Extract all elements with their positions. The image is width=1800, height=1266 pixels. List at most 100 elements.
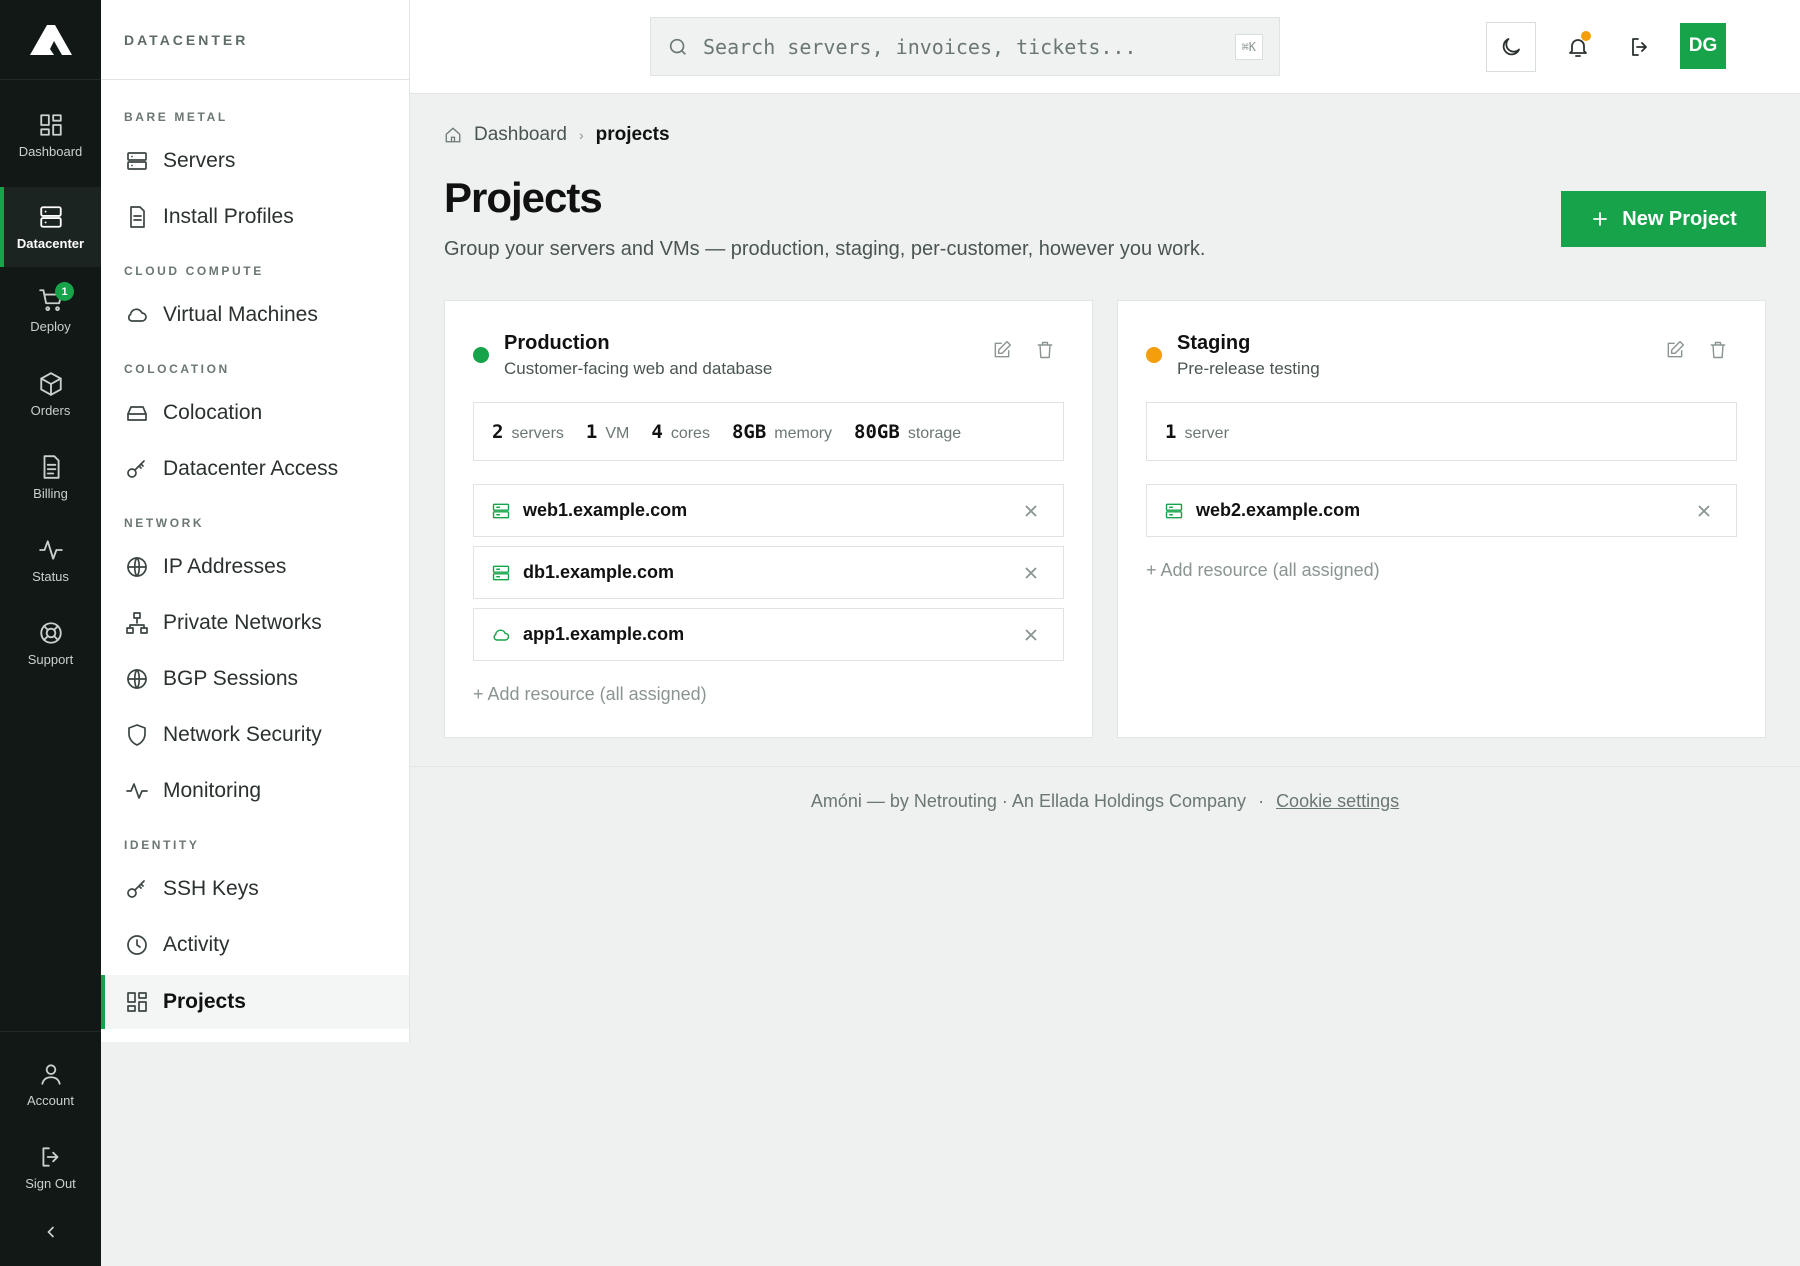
rail-item-deploy[interactable]: 1 Deploy bbox=[0, 270, 101, 350]
shield-icon bbox=[128, 724, 146, 746]
stat-value: 1 bbox=[1165, 420, 1177, 443]
top-bar: Search servers, invoices, tickets... ⌘K … bbox=[410, 0, 1800, 94]
sidebar-item-virtual-machines[interactable]: Virtual Machines bbox=[101, 288, 409, 342]
remove-resource-button[interactable] bbox=[1684, 491, 1724, 531]
resource-name: db1.example.com bbox=[523, 562, 675, 582]
resource-name: app1.example.com bbox=[523, 624, 685, 644]
stat-servers: 1 server bbox=[1165, 421, 1229, 443]
server-icon bbox=[492, 503, 510, 518]
search-input[interactable]: Search servers, invoices, tickets... bbox=[703, 35, 1221, 59]
logo-icon bbox=[29, 24, 72, 55]
edit-project-button[interactable] bbox=[989, 337, 1015, 363]
stat-value: 8GB bbox=[731, 420, 767, 443]
logout-button[interactable] bbox=[1615, 22, 1665, 72]
cloud-icon bbox=[493, 629, 510, 641]
sidebar-item-ssh-keys[interactable]: SSH Keys bbox=[101, 862, 409, 916]
resource-row[interactable]: web1.example.com bbox=[473, 484, 1064, 537]
sidebar-item-bgp-sessions[interactable]: BGP Sessions bbox=[101, 652, 409, 706]
search-shortcut: ⌘K bbox=[1234, 33, 1263, 60]
status-dot bbox=[473, 347, 489, 363]
add-resource-link[interactable]: + Add resource (all assigned) bbox=[473, 684, 707, 705]
rail-item-label: Datacenter bbox=[16, 235, 85, 251]
brand-logo[interactable] bbox=[0, 0, 101, 80]
close-icon bbox=[1025, 628, 1037, 641]
sidebar-item-label: Colocation bbox=[163, 401, 263, 424]
global-search[interactable]: Search servers, invoices, tickets... ⌘K bbox=[650, 17, 1280, 76]
remove-resource-button[interactable] bbox=[1011, 615, 1051, 655]
avatar[interactable]: DG bbox=[1680, 23, 1726, 69]
drive-icon bbox=[127, 406, 147, 421]
project-card-staging: Staging Pre-release testing 1 server web2… bbox=[1117, 300, 1766, 738]
resource-name: web2.example.com bbox=[1196, 500, 1361, 520]
globe-icon bbox=[127, 557, 147, 577]
edit-project-button[interactable] bbox=[1662, 337, 1688, 363]
lifebuoy-icon bbox=[39, 621, 62, 644]
rail-item-orders[interactable]: Orders bbox=[0, 354, 101, 434]
rail-item-label: Dashboard bbox=[18, 143, 83, 159]
project-description: Customer-facing web and database bbox=[504, 359, 773, 378]
breadcrumb-separator-icon: › bbox=[578, 127, 584, 143]
sign-out-icon bbox=[1632, 38, 1647, 56]
theme-toggle-button[interactable] bbox=[1486, 22, 1536, 72]
sidebar-item-label: Servers bbox=[163, 149, 236, 172]
sidebar-item-ip-addresses[interactable]: IP Addresses bbox=[101, 540, 409, 594]
sidebar-item-datacenter-access[interactable]: Datacenter Access bbox=[101, 442, 409, 496]
breadcrumb-home[interactable]: Dashboard bbox=[474, 124, 567, 146]
sidebar-item-servers[interactable]: Servers bbox=[101, 134, 409, 188]
rail-item-label: Orders bbox=[30, 402, 71, 418]
rail-item-dashboard[interactable]: Dashboard bbox=[0, 95, 101, 175]
stat-unit: storage bbox=[907, 424, 962, 442]
box-icon bbox=[39, 371, 62, 396]
section-label-network: NETWORK bbox=[124, 516, 205, 530]
delete-project-button[interactable] bbox=[1705, 337, 1731, 363]
new-project-button[interactable]: New Project bbox=[1561, 191, 1766, 247]
add-resource-link[interactable]: + Add resource (all assigned) bbox=[1146, 560, 1380, 581]
grid-icon bbox=[127, 992, 147, 1012]
resource-row[interactable]: web2.example.com bbox=[1146, 484, 1737, 537]
sidebar-item-private-networks[interactable]: Private Networks bbox=[101, 596, 409, 650]
deploy-badge: 1 bbox=[55, 282, 74, 301]
sidebar-item-install-profiles[interactable]: Install Profiles bbox=[101, 190, 409, 244]
rail-item-sign-out[interactable]: Sign Out bbox=[0, 1127, 101, 1207]
rail-item-account[interactable]: Account bbox=[0, 1044, 101, 1124]
delete-project-button[interactable] bbox=[1032, 337, 1058, 363]
sidebar-item-activity[interactable]: Activity bbox=[101, 918, 409, 972]
rail-item-label: Account bbox=[27, 1092, 74, 1108]
close-icon bbox=[1698, 504, 1710, 517]
stat-servers: 2 servers bbox=[492, 421, 564, 443]
notifications-button[interactable] bbox=[1553, 22, 1603, 72]
rail-item-status[interactable]: Status bbox=[0, 520, 101, 600]
plus-icon bbox=[1593, 212, 1607, 226]
rail-item-support[interactable]: Support bbox=[0, 603, 101, 683]
document-icon bbox=[43, 454, 60, 479]
rail-item-billing[interactable]: Billing bbox=[0, 437, 101, 517]
rail-item-label: Status bbox=[32, 568, 69, 584]
grid-icon bbox=[39, 113, 62, 136]
resource-row[interactable]: app1.example.com bbox=[473, 608, 1064, 661]
sidebar-title: DATACENTER bbox=[101, 0, 409, 80]
sidebar-item-colocation[interactable]: Colocation bbox=[101, 386, 409, 440]
stat-cores: 4 cores bbox=[651, 421, 710, 443]
sidebar-item-label: Datacenter Access bbox=[163, 457, 339, 480]
server-icon bbox=[492, 565, 510, 580]
sidebar-item-label: Install Profiles bbox=[163, 205, 294, 228]
stat-vm: 1 VM bbox=[586, 421, 629, 443]
remove-resource-button[interactable] bbox=[1011, 553, 1051, 593]
rail-divider bbox=[0, 1031, 101, 1032]
resource-row[interactable]: db1.example.com bbox=[473, 546, 1064, 599]
sidebar-item-label: SSH Keys bbox=[163, 877, 259, 900]
sidebar-item-label: BGP Sessions bbox=[163, 667, 299, 690]
collapse-rail-button[interactable] bbox=[0, 1212, 101, 1252]
status-dot bbox=[1146, 347, 1162, 363]
cookie-settings-link[interactable]: Cookie settings bbox=[1276, 791, 1399, 812]
sidebar-item-network-security[interactable]: Network Security bbox=[101, 708, 409, 762]
breadcrumb-current: projects bbox=[595, 124, 670, 145]
remove-resource-button[interactable] bbox=[1011, 491, 1051, 531]
stat-unit: servers bbox=[511, 424, 564, 442]
sidebar-item-monitoring[interactable]: Monitoring bbox=[101, 764, 409, 818]
sidebar-item-projects[interactable]: Projects bbox=[101, 975, 409, 1029]
pulse-icon bbox=[126, 783, 148, 799]
rail-item-datacenter[interactable]: Datacenter bbox=[0, 187, 101, 267]
section-label-bare-metal: BARE METAL bbox=[124, 110, 228, 124]
sidebar-item-label: IP Addresses bbox=[163, 555, 287, 578]
